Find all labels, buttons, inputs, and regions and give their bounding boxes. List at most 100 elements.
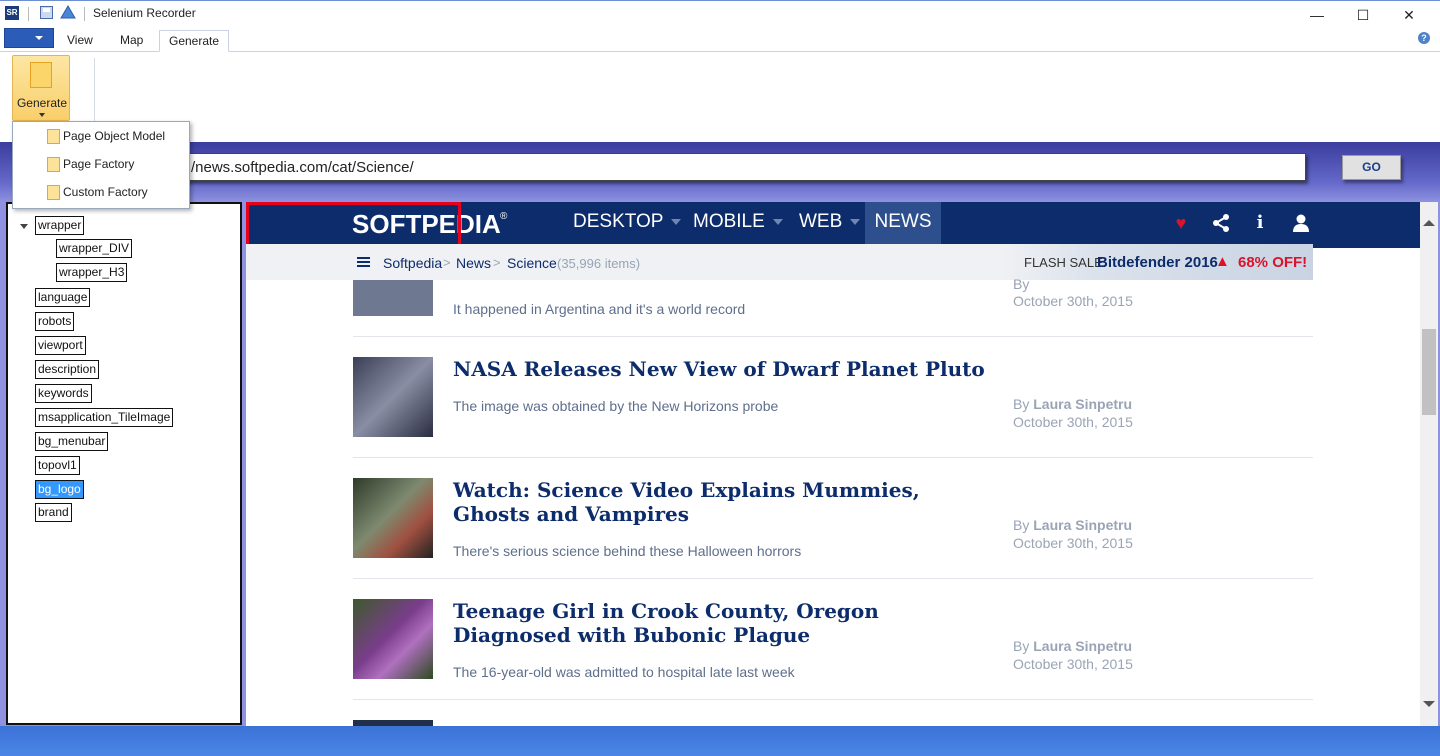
share-icon[interactable] — [1211, 213, 1231, 233]
byline-prefix: By — [1013, 396, 1030, 412]
ribbon-separator — [94, 58, 95, 124]
menu-item-custom-factory[interactable]: Custom Factory — [13, 179, 189, 205]
article-thumbnail[interactable] — [353, 280, 433, 316]
article-byline: By Laura Sinpetru — [1013, 638, 1132, 654]
flash-sale-discount: 68% OFF! — [1238, 254, 1308, 271]
code-file-icon — [47, 129, 60, 144]
heart-icon[interactable]: ♥ — [1171, 213, 1191, 233]
breadcrumb-softpedia[interactable]: Softpedia — [383, 255, 442, 271]
tree-node-bg-menubar[interactable]: bg_menubar — [35, 432, 109, 451]
nav-desktop[interactable]: DESKTOP — [573, 202, 682, 248]
status-bar — [0, 726, 1440, 756]
code-file-icon — [47, 157, 60, 172]
tree-node-keywords[interactable]: keywords — [35, 384, 92, 403]
nav-desktop-label: DESKTOP — [573, 211, 664, 232]
scroll-up-icon[interactable] — [1423, 220, 1435, 226]
menu-item-page-factory[interactable]: Page Factory — [13, 151, 189, 177]
help-icon[interactable]: ? — [1418, 32, 1430, 44]
map-icon[interactable] — [60, 5, 76, 19]
article-thumbnail[interactable] — [353, 478, 433, 558]
flash-sale-label: FLASH SALE: — [1024, 255, 1107, 270]
info-icon[interactable]: i — [1250, 213, 1270, 233]
article-title[interactable]: Teenage Girl in Crook County, Oregon Dia… — [453, 599, 993, 647]
nav-mobile[interactable]: MOBILE — [693, 202, 783, 248]
minimize-button[interactable]: — — [1294, 1, 1340, 29]
article-author[interactable]: Laura Sinpetru — [1033, 517, 1132, 533]
article-thumbnail[interactable] — [353, 599, 433, 679]
nav-web[interactable]: WEB — [799, 202, 861, 248]
nav-news[interactable]: NEWS — [865, 202, 941, 248]
nav-web-label: WEB — [799, 211, 843, 232]
flash-sale-product: Bitdefender 2016 — [1097, 254, 1218, 271]
tab-view[interactable]: View — [58, 30, 102, 52]
tree-node-description[interactable]: description — [35, 360, 100, 379]
article-byline: By — [1013, 276, 1029, 292]
registered-mark: ® — [500, 211, 508, 222]
tree-node-wrapper-h3[interactable]: wrapper_H3 — [56, 263, 128, 282]
title-separator — [84, 7, 85, 21]
menu-icon[interactable] — [357, 257, 370, 267]
article-subtitle: The image was obtained by the New Horizo… — [453, 398, 779, 414]
tab-map[interactable]: Map — [111, 30, 152, 52]
generate-label: Generate — [16, 96, 68, 110]
article-divider — [353, 578, 1313, 579]
byline-prefix: By — [1013, 276, 1030, 292]
close-button[interactable]: ✕ — [1386, 1, 1432, 29]
tab-generate[interactable]: Generate — [159, 30, 230, 52]
menu-item-label: Page Factory — [63, 157, 135, 171]
generate-dropdown-menu: Page Object Model Page Factory Custom Fa… — [12, 121, 190, 209]
article-divider — [353, 699, 1313, 700]
application-menu-button[interactable] — [4, 28, 54, 48]
article-thumbnail[interactable] — [353, 357, 433, 437]
breadcrumb-separator: > — [493, 255, 501, 270]
item-count: (35,996 items) — [557, 256, 641, 271]
article-title[interactable]: NASA Releases New View of Dwarf Planet P… — [453, 357, 993, 381]
window-title: Selenium Recorder — [93, 6, 196, 20]
article-byline: By Laura Sinpetru — [1013, 396, 1132, 412]
article-date: October 30th, 2015 — [1013, 656, 1133, 672]
menu-item-page-object-model[interactable]: Page Object Model — [13, 123, 189, 149]
tree-node-wrapper[interactable]: wrapper — [35, 216, 85, 235]
ribbon-body: Generate — [0, 52, 1440, 142]
save-icon[interactable] — [40, 6, 53, 19]
scroll-down-icon[interactable] — [1423, 701, 1435, 707]
url-input[interactable]: /news.softpedia.com/cat/Science/ — [182, 153, 1306, 181]
tree-node-wrapper-div[interactable]: wrapper_DIV — [56, 239, 133, 258]
code-file-icon — [47, 185, 60, 200]
article-date: October 30th, 2015 — [1013, 293, 1133, 309]
vertical-scrollbar[interactable] — [1420, 202, 1438, 726]
title-separator — [28, 7, 29, 21]
article-divider — [353, 336, 1313, 337]
breadcrumb-news[interactable]: News — [456, 255, 491, 271]
article-author[interactable]: Laura Sinpetru — [1033, 638, 1132, 654]
tree-node-topovl1[interactable]: topovl1 — [35, 456, 80, 475]
ribbon-tabs: View Map Generate ? — [0, 28, 1440, 52]
tree-node-bg-logo[interactable]: bg_logo — [35, 480, 84, 499]
maximize-button[interactable]: ☐ — [1340, 1, 1386, 29]
byline-prefix: By — [1013, 638, 1030, 654]
generate-icon — [30, 62, 52, 88]
menu-item-label: Page Object Model — [63, 129, 166, 143]
go-button[interactable]: GO — [1342, 155, 1401, 180]
user-icon[interactable] — [1291, 213, 1311, 233]
generate-button[interactable]: Generate — [12, 55, 70, 121]
tree-node-brand[interactable]: brand — [35, 503, 72, 522]
web-browser-view[interactable]: SOFTPEDIA ® DESKTOP MOBILE WEB NEWS ♥ i … — [246, 202, 1420, 726]
breadcrumb-separator: > — [443, 255, 451, 270]
tree-node-msapplication-tileimage[interactable]: msapplication_TileImage — [35, 408, 174, 427]
element-tree: wrapper wrapper_DIV wrapper_H3 language … — [6, 202, 242, 725]
expand-arrow-icon[interactable] — [20, 224, 28, 229]
article-author[interactable]: Laura Sinpetru — [1033, 396, 1132, 412]
warning-icon: ▲ — [1215, 253, 1230, 270]
tree-node-language[interactable]: language — [35, 288, 91, 307]
breadcrumb-science[interactable]: Science — [507, 255, 557, 271]
chevron-down-icon — [39, 113, 45, 117]
app-icon: SR — [5, 6, 19, 20]
article-subtitle: The 16-year-old was admitted to hospital… — [453, 664, 795, 680]
tree-node-viewport[interactable]: viewport — [35, 336, 86, 355]
flash-sale-banner[interactable]: FLASH SALE: Bitdefender 2016 ▲ 68% OFF! — [1001, 244, 1313, 280]
article-subtitle: There's serious science behind these Hal… — [453, 543, 802, 559]
scrollbar-thumb[interactable] — [1422, 329, 1436, 415]
tree-node-robots[interactable]: robots — [35, 312, 75, 331]
article-title[interactable]: Watch: Science Video Explains Mummies, G… — [453, 478, 993, 526]
